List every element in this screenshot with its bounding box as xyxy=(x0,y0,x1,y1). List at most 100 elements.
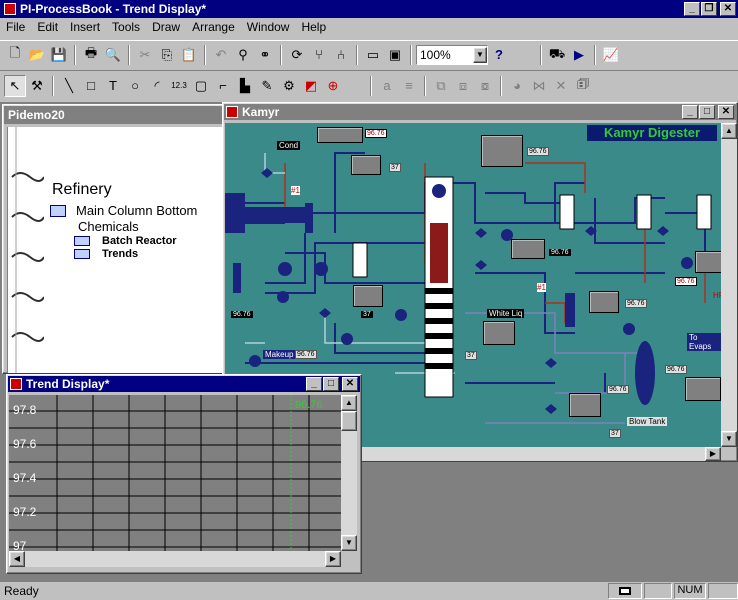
kamyr-vscrollbar[interactable]: ▲ ▼ xyxy=(721,123,737,447)
menu-tools[interactable]: Tools xyxy=(106,18,146,34)
print-preview-icon[interactable]: 🔍 xyxy=(102,44,124,66)
trend-minimize-button[interactable]: _ xyxy=(306,377,322,391)
trend-box[interactable] xyxy=(511,239,545,259)
display-icon xyxy=(50,204,66,217)
restore-button[interactable]: ❐ xyxy=(701,2,717,16)
chart-icon[interactable]: ◩ xyxy=(300,75,322,97)
standard-toolbar: 🗋 📂 💾 🖶 🔍 ✂ ⎘ 📋 ↶ ⚲ ⚭ ⟳ ⑂ ⑃ ▭ ▣ 100% ▼ ?… xyxy=(0,40,738,68)
bring-front-icon[interactable]: ⧇ xyxy=(474,75,496,97)
trend-box[interactable] xyxy=(351,155,381,175)
trend-close-button[interactable]: ✕ xyxy=(342,377,358,391)
find-icon[interactable]: ⚲ xyxy=(232,44,254,66)
entry-trends[interactable]: Trends xyxy=(74,248,138,260)
scroll-down-icon[interactable]: ▼ xyxy=(721,431,737,447)
trend-box[interactable] xyxy=(353,285,383,307)
trend-hscrollbar[interactable]: ◀ ▶ xyxy=(9,551,341,567)
trend-box[interactable] xyxy=(317,127,363,143)
value-icon[interactable]: 12.3 xyxy=(168,75,190,97)
open-icon[interactable]: 📂 xyxy=(26,44,48,66)
rotate-icon[interactable]: ◕ xyxy=(506,75,528,97)
scroll-right-icon[interactable]: ▶ xyxy=(705,447,721,461)
label-hp: HP xyxy=(713,291,721,300)
menu-help[interactable]: Help xyxy=(295,18,332,34)
scroll-left-icon[interactable]: ◀ xyxy=(9,551,25,567)
polyline-icon[interactable]: ⌐ xyxy=(212,75,234,97)
menu-edit[interactable]: Edit xyxy=(31,18,64,34)
scroll-thumb[interactable] xyxy=(341,411,357,431)
value-label: 96.76 xyxy=(675,277,697,286)
minimize-button[interactable]: _ xyxy=(684,2,700,16)
scroll-up-icon[interactable]: ▲ xyxy=(341,395,357,411)
rounded-rect-icon[interactable]: ▢ xyxy=(190,75,212,97)
properties-icon[interactable]: 🗊 xyxy=(572,75,594,97)
group-icon[interactable]: ⧉ xyxy=(430,75,452,97)
kamyr-maximize-button[interactable]: □ xyxy=(699,105,715,119)
hammer-icon[interactable]: ⚒ xyxy=(26,75,48,97)
wand-icon[interactable]: ✎ xyxy=(256,75,278,97)
trend-maximize-button[interactable]: □ xyxy=(323,377,339,391)
arc-icon[interactable]: ◜ xyxy=(146,75,168,97)
paste-icon[interactable]: 📋 xyxy=(178,44,200,66)
print-icon[interactable]: 🖶 xyxy=(80,44,102,66)
entry-label: Trends xyxy=(102,248,139,260)
delete-icon[interactable]: ✕ xyxy=(550,75,572,97)
entry-batch-reactor[interactable]: Batch Reactor xyxy=(74,235,177,247)
trend-icon[interactable]: 📈 xyxy=(600,44,622,66)
entry-main-column[interactable]: Main Column Bottom xyxy=(50,203,197,218)
line-icon[interactable]: ╲ xyxy=(58,75,80,97)
zoom-value: 100% xyxy=(420,47,451,62)
menu-insert[interactable]: Insert xyxy=(64,18,106,34)
value-label: 96.76 xyxy=(625,299,647,308)
trend-box[interactable] xyxy=(483,321,515,345)
trend-box[interactable] xyxy=(481,135,523,167)
scroll-up-icon[interactable]: ▲ xyxy=(721,123,737,139)
pointer-icon[interactable]: ↖ xyxy=(4,74,26,97)
rectangle-icon[interactable]: □ xyxy=(80,75,102,97)
window-icon[interactable]: ▣ xyxy=(384,44,406,66)
menu-draw[interactable]: Draw xyxy=(146,18,186,34)
undo-icon[interactable]: ↶ xyxy=(210,44,232,66)
new-icon[interactable]: 🗋 xyxy=(4,44,26,66)
layout-icon[interactable]: ▭ xyxy=(362,44,384,66)
copy-icon[interactable]: ⎘ xyxy=(156,44,178,66)
app-icon xyxy=(4,3,16,15)
font-icon[interactable]: a xyxy=(376,75,398,97)
trend-plot[interactable]: 97.8 97.6 97.4 97.2 97 96.76 xyxy=(9,395,341,551)
scroll-down-icon[interactable]: ▼ xyxy=(341,535,357,551)
trend-vscrollbar[interactable]: ▲ ▼ xyxy=(341,395,357,551)
ellipse-icon[interactable]: ○ xyxy=(124,75,146,97)
diagram-banner: Kamyr Digester xyxy=(587,125,717,141)
zoom-select[interactable]: 100% ▼ xyxy=(416,44,488,65)
cut-icon[interactable]: ✂ xyxy=(134,44,156,66)
play-icon[interactable]: ▶ xyxy=(568,44,590,66)
tools-icon[interactable]: ⚙ xyxy=(278,75,300,97)
target-icon[interactable]: ⊕ xyxy=(322,75,344,97)
flip-icon[interactable]: ⋈ xyxy=(528,75,550,97)
kamyr-close-button[interactable]: ✕ xyxy=(718,105,734,119)
text-icon[interactable]: T xyxy=(102,75,124,97)
ungroup-icon[interactable]: ⧈ xyxy=(452,75,474,97)
save-icon[interactable]: 💾 xyxy=(48,44,70,66)
menu-window[interactable]: Window xyxy=(241,18,296,34)
close-button[interactable]: ✕ xyxy=(720,2,736,16)
menu-arrange[interactable]: Arrange xyxy=(186,18,241,34)
menu-file[interactable]: File xyxy=(0,18,31,34)
notebook-heading: Refinery xyxy=(52,181,112,198)
help-icon[interactable]: ? xyxy=(488,44,510,66)
line-style-icon[interactable]: ≡ xyxy=(398,75,420,97)
binoculars-icon[interactable]: ⚭ xyxy=(254,44,276,66)
chevron-down-icon[interactable]: ▼ xyxy=(473,46,487,63)
trend-box[interactable] xyxy=(569,393,601,417)
kamyr-minimize-button[interactable]: _ xyxy=(682,105,698,119)
trend-box[interactable] xyxy=(589,291,619,313)
scroll-right-icon[interactable]: ▶ xyxy=(325,551,341,567)
bar-icon[interactable]: ▙ xyxy=(234,75,256,97)
run-mode-icon[interactable]: ⛟ xyxy=(546,44,568,66)
merge-icon[interactable]: ⑃ xyxy=(330,44,352,66)
entry-chemicals[interactable]: Chemicals xyxy=(78,219,139,234)
fork-icon[interactable]: ⑂ xyxy=(308,44,330,66)
trend-box[interactable] xyxy=(695,251,721,273)
trend-doc-icon xyxy=(10,378,22,390)
refresh-icon[interactable]: ⟳ xyxy=(286,44,308,66)
trend-box[interactable] xyxy=(685,377,721,401)
